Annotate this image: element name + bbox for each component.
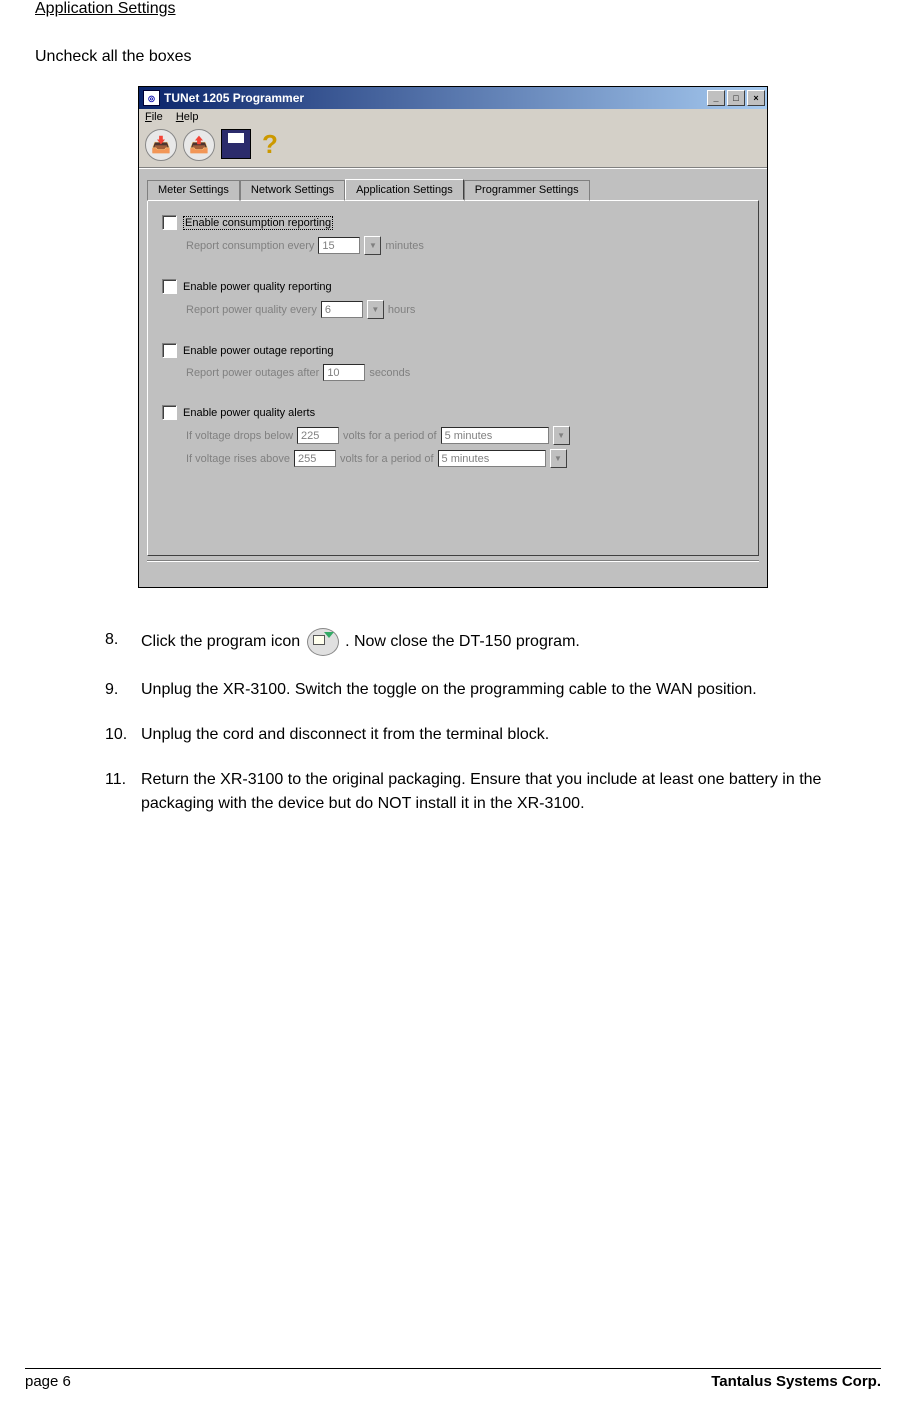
outage-sub-pre: Report power outages after <box>186 367 319 379</box>
alerts-mid1: volts for a period of <box>343 430 437 442</box>
alerts-low-dropdown[interactable]: ▼ <box>553 426 570 445</box>
powerq-dropdown[interactable]: ▼ <box>367 300 384 319</box>
step-num: 10. <box>105 723 141 746</box>
alerts-low-value[interactable]: 225 <box>297 427 339 444</box>
step-11: 11. Return the XR-3100 to the original p… <box>105 768 871 814</box>
consumption-value[interactable]: 15 <box>318 237 360 254</box>
group-consumption: Enable consumption reporting Report cons… <box>162 215 744 255</box>
section-heading: Application Settings <box>35 0 871 18</box>
program-device-icon[interactable]: 📤 <box>183 129 215 161</box>
content-area: Meter Settings Network Settings Applicat… <box>139 168 767 587</box>
tab-strip: Meter Settings Network Settings Applicat… <box>147 179 759 200</box>
instruction-text: Uncheck all the boxes <box>35 48 871 66</box>
alerts-mid2: volts for a period of <box>340 453 434 465</box>
tab-application-settings[interactable]: Application Settings <box>345 179 464 200</box>
step-text: Unplug the XR-3100. Switch the toggle on… <box>141 678 871 701</box>
outage-value[interactable]: 10 <box>323 364 365 381</box>
alerts-high-period[interactable]: 5 minutes <box>438 450 546 467</box>
checkbox-power-quality-label: Enable power quality reporting <box>183 281 332 293</box>
page-footer: page 6 Tantalus Systems Corp. <box>25 1368 881 1390</box>
help-icon[interactable]: ? <box>257 129 283 159</box>
group-alerts: Enable power quality alerts If voltage d… <box>162 405 744 468</box>
step-8: 8. Click the program icon . Now close th… <box>105 628 871 656</box>
read-device-icon[interactable]: 📥 <box>145 129 177 161</box>
tab-meter-settings[interactable]: Meter Settings <box>147 180 240 201</box>
footer-page-number: page 6 <box>25 1373 71 1390</box>
step-text: Return the XR-3100 to the original packa… <box>141 768 871 814</box>
alerts-high-dropdown[interactable]: ▼ <box>550 449 567 468</box>
step-8-pre: Click the program icon <box>141 633 305 650</box>
checkbox-consumption[interactable] <box>162 215 177 230</box>
app-icon: ◎ <box>143 90 160 106</box>
alerts-low-period[interactable]: 5 minutes <box>441 427 549 444</box>
statusbar <box>147 560 759 579</box>
maximize-button[interactable]: □ <box>727 90 745 106</box>
consumption-dropdown[interactable]: ▼ <box>364 236 381 255</box>
group-outage: Enable power outage reporting Report pow… <box>162 343 744 381</box>
step-num: 8. <box>105 628 141 656</box>
minimize-button[interactable]: _ <box>707 90 725 106</box>
step-num: 9. <box>105 678 141 701</box>
footer-company: Tantalus Systems Corp. <box>711 1373 881 1390</box>
step-8-post: . Now close the DT-150 program. <box>345 633 580 650</box>
alerts-high-pre: If voltage rises above <box>186 453 290 465</box>
checkbox-alerts-label: Enable power quality alerts <box>183 407 315 419</box>
powerq-value[interactable]: 6 <box>321 301 363 318</box>
alerts-low-pre: If voltage drops below <box>186 430 293 442</box>
powerq-sub-post: hours <box>388 304 416 316</box>
checkbox-power-quality[interactable] <box>162 279 177 294</box>
program-icon <box>307 628 339 656</box>
step-9: 9. Unplug the XR-3100. Switch the toggle… <box>105 678 871 701</box>
titlebar: ◎ TUNet 1205 Programmer _ □ × <box>139 87 767 109</box>
outage-sub-post: seconds <box>369 367 410 379</box>
step-text: Unplug the cord and disconnect it from t… <box>141 723 871 746</box>
step-num: 11. <box>105 768 141 814</box>
save-icon[interactable] <box>221 129 251 159</box>
tab-network-settings[interactable]: Network Settings <box>240 180 345 201</box>
toolbar: 📥 📤 ? <box>139 125 767 168</box>
window-title: TUNet 1205 Programmer <box>164 91 304 105</box>
consumption-sub-pre: Report consumption every <box>186 240 314 252</box>
tab-panel: Enable consumption reporting Report cons… <box>147 200 759 556</box>
menu-help[interactable]: Help <box>176 111 199 123</box>
app-window: ◎ TUNet 1205 Programmer _ □ × File Help … <box>138 86 768 588</box>
menubar: File Help <box>139 109 767 125</box>
checkbox-outage-label: Enable power outage reporting <box>183 345 333 357</box>
step-10: 10. Unplug the cord and disconnect it fr… <box>105 723 871 746</box>
steps-list: 8. Click the program icon . Now close th… <box>105 628 871 815</box>
menu-file[interactable]: File <box>145 111 163 123</box>
checkbox-alerts[interactable] <box>162 405 177 420</box>
powerq-sub-pre: Report power quality every <box>186 304 317 316</box>
alerts-high-value[interactable]: 255 <box>294 450 336 467</box>
checkbox-consumption-label: Enable consumption reporting <box>183 216 333 230</box>
tab-programmer-settings[interactable]: Programmer Settings <box>464 180 590 201</box>
group-power-quality: Enable power quality reporting Report po… <box>162 279 744 319</box>
checkbox-outage[interactable] <box>162 343 177 358</box>
consumption-sub-post: minutes <box>385 240 424 252</box>
close-button[interactable]: × <box>747 90 765 106</box>
